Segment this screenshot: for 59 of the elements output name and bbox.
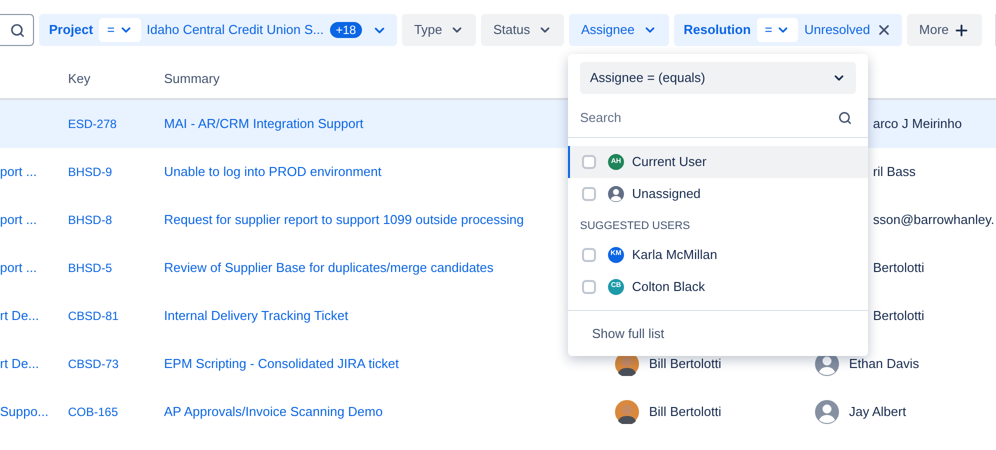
issue-key-link[interactable]: BHSD-9 — [68, 165, 112, 179]
filter-chip[interactable]: Project = Idaho Central Credit Union S... +18 — [39, 14, 398, 46]
operator-select[interactable]: = — [99, 18, 141, 42]
search-button[interactable] — [0, 14, 34, 46]
summary-link[interactable]: Unable to log into PROD environment — [164, 164, 382, 180]
reporter-name: ril Bass — [873, 163, 916, 182]
summary-link[interactable]: Request for supplier report to support 1099 outside processing — [164, 212, 524, 228]
filter-button[interactable]: Status — [481, 14, 564, 46]
summary-link[interactable]: MAI - AR/CRM Integration Support — [164, 116, 364, 132]
issue-key-link[interactable]: CBSD-81 — [68, 309, 119, 323]
summary-link[interactable]: Review of Supplier Base for duplicates/merge candidates — [164, 260, 494, 276]
checkbox[interactable] — [582, 155, 596, 169]
option-label: Current User — [632, 153, 706, 172]
issue-key-link[interactable]: BHSD-5 — [68, 261, 112, 275]
issue-key-link[interactable]: COB-165 — [68, 405, 118, 419]
filter-button[interactable]: Type — [402, 14, 476, 46]
issue-key-link[interactable]: CBSD-73 — [68, 357, 119, 371]
reporter-name: sson@barrowhanley. — [873, 211, 994, 230]
count-badge: +18 — [330, 22, 362, 38]
operator-select[interactable]: = — [756, 18, 798, 42]
filter-label: Project — [49, 21, 94, 40]
search-icon — [838, 110, 852, 124]
search-field[interactable]: Search — [580, 108, 838, 128]
checkbox[interactable] — [582, 248, 596, 262]
checkbox[interactable] — [582, 280, 596, 294]
summary-link[interactable]: EPM Scripting - Consolidated JIRA ticket — [164, 356, 399, 372]
reporter-name: Ethan Davis — [849, 355, 920, 374]
section-heading: SUGGESTED USERS — [579, 219, 692, 234]
issue-key-link[interactable]: BHSD-8 — [68, 213, 112, 227]
table-cell: Suppo... — [0, 404, 48, 420]
table-cell: rt De... — [0, 356, 40, 372]
checkbox[interactable] — [582, 187, 596, 201]
table-cell: port ... — [0, 260, 37, 276]
plus-icon — [952, 22, 970, 38]
issue-key-link[interactable]: ESD-278 — [68, 117, 117, 131]
filter-chip[interactable]: Resolution = Unresolved — [674, 14, 902, 46]
reporter-name: Jay Albert — [849, 403, 906, 422]
avatar-icon — [815, 400, 839, 424]
user-icon — [608, 186, 624, 202]
table-cell: port ... — [0, 164, 37, 180]
summary-link[interactable]: Internal Delivery Tracking Ticket — [164, 308, 348, 324]
summary-link[interactable]: AP Approvals/Invoice Scanning Demo — [164, 404, 383, 420]
search-icon — [10, 22, 25, 38]
option-label: Karla McMillan — [632, 246, 718, 264]
more-button[interactable]: More — [907, 14, 982, 46]
filter-button[interactable]: Assignee — [569, 14, 669, 46]
assignee-name: Bill Bertolotti — [649, 355, 722, 374]
assignee-name: Bill Bertolotti — [649, 403, 722, 422]
filter-value: Unresolved — [804, 21, 870, 40]
filter-label: Resolution — [684, 21, 751, 40]
column-header[interactable]: Key — [68, 69, 164, 89]
operator-select[interactable]: Assignee = (equals) — [580, 62, 856, 94]
table-cell: port ... — [0, 212, 37, 228]
reporter-name: arco J Meirinho — [873, 115, 962, 134]
reporter-name: Bertolotti — [873, 259, 924, 278]
column-header[interactable]: Summary — [164, 69, 220, 89]
reporter-name: Bertolotti — [873, 307, 924, 326]
table-cell: rt De... — [0, 308, 40, 324]
filter-value: Idaho Central Credit Union S... — [146, 21, 324, 40]
